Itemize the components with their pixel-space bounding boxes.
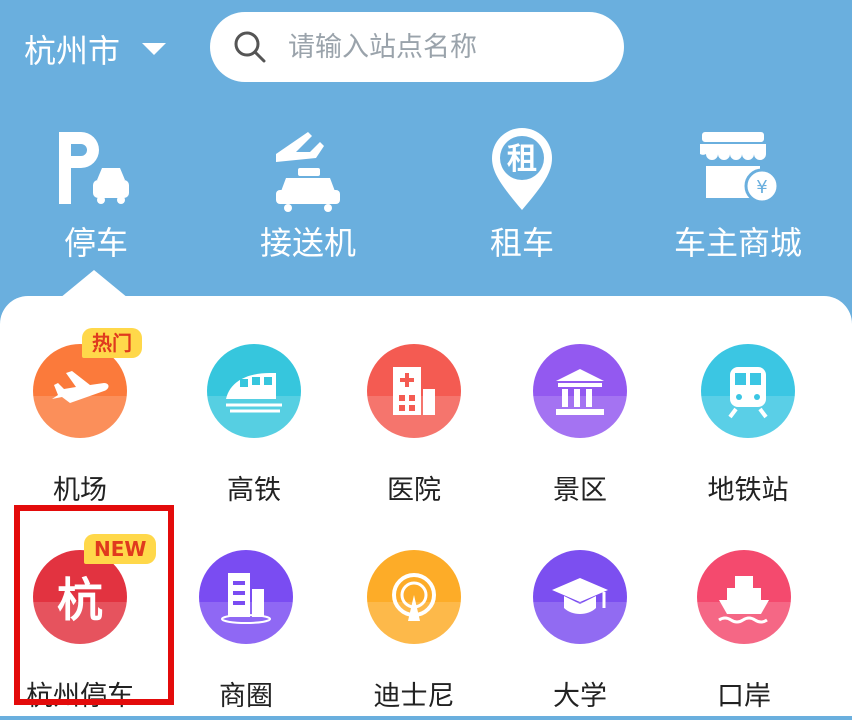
- grid-item-scenic-spot[interactable]: 景区: [500, 344, 660, 514]
- city-label: 杭州市: [24, 32, 121, 70]
- hospital-icon: [367, 344, 461, 438]
- rental-glyph: 租: [507, 142, 537, 177]
- caret-down-icon: [142, 43, 167, 55]
- graduation-cap-icon: [533, 550, 627, 644]
- header: 杭州市 停车: [0, 0, 852, 300]
- nav-item-shop[interactable]: ¥ 车主商城: [648, 120, 828, 270]
- nav-label: 租车: [489, 224, 554, 262]
- nav-item-parking[interactable]: 停车: [6, 120, 186, 270]
- grid-item-university[interactable]: 大学: [500, 550, 660, 720]
- metro-icon: [701, 344, 795, 438]
- search-icon: [234, 31, 266, 63]
- search-input[interactable]: [286, 30, 610, 64]
- parking-icon: [59, 132, 129, 204]
- hot-badge: 热门: [82, 328, 142, 358]
- hangzhou-glyph: 杭: [57, 573, 103, 627]
- grid-item-port[interactable]: 口岸: [664, 550, 824, 720]
- rental-pin-icon: 租: [492, 128, 552, 210]
- city-selector[interactable]: 杭州市: [24, 26, 167, 72]
- grid-item-business-district[interactable]: 商圈: [166, 550, 326, 720]
- nav-item-rental[interactable]: 租 租车: [432, 120, 612, 270]
- castle-icon: [367, 550, 461, 644]
- search-bar[interactable]: [210, 12, 624, 82]
- grid-label: 高铁: [227, 475, 281, 506]
- svg-text:¥: ¥: [756, 177, 767, 198]
- grid-label: 机场: [53, 475, 107, 506]
- grid-item-airport[interactable]: 热门 机场: [0, 328, 160, 514]
- airport-taxi-icon: [276, 132, 340, 212]
- building-icon: [199, 550, 293, 644]
- ship-icon: [697, 550, 791, 644]
- train-icon: [207, 344, 301, 438]
- grid-item-high-speed-rail[interactable]: 高铁: [174, 344, 334, 514]
- nav-item-airport-pickup[interactable]: 接送机: [218, 120, 398, 270]
- grid-label: 医院: [387, 475, 441, 506]
- nav-label: 车主商城: [673, 224, 802, 262]
- grid-item-metro-station[interactable]: 地铁站: [668, 344, 828, 514]
- grid-label: 景区: [553, 475, 607, 506]
- selected-tab-pointer: [60, 270, 128, 298]
- grid-item-disney[interactable]: 迪士尼: [334, 550, 494, 720]
- nav-label: 接送机: [259, 224, 356, 262]
- grid-label: 地铁站: [707, 475, 789, 506]
- temple-icon: [533, 344, 627, 438]
- shop-icon: ¥: [700, 132, 780, 204]
- nav-label: 停车: [63, 224, 128, 262]
- grid-item-hospital[interactable]: 医院: [334, 344, 494, 514]
- top-nav: 停车 接送机 租 租车 ¥ 车主商城: [0, 120, 852, 270]
- airplane-icon: [33, 344, 127, 438]
